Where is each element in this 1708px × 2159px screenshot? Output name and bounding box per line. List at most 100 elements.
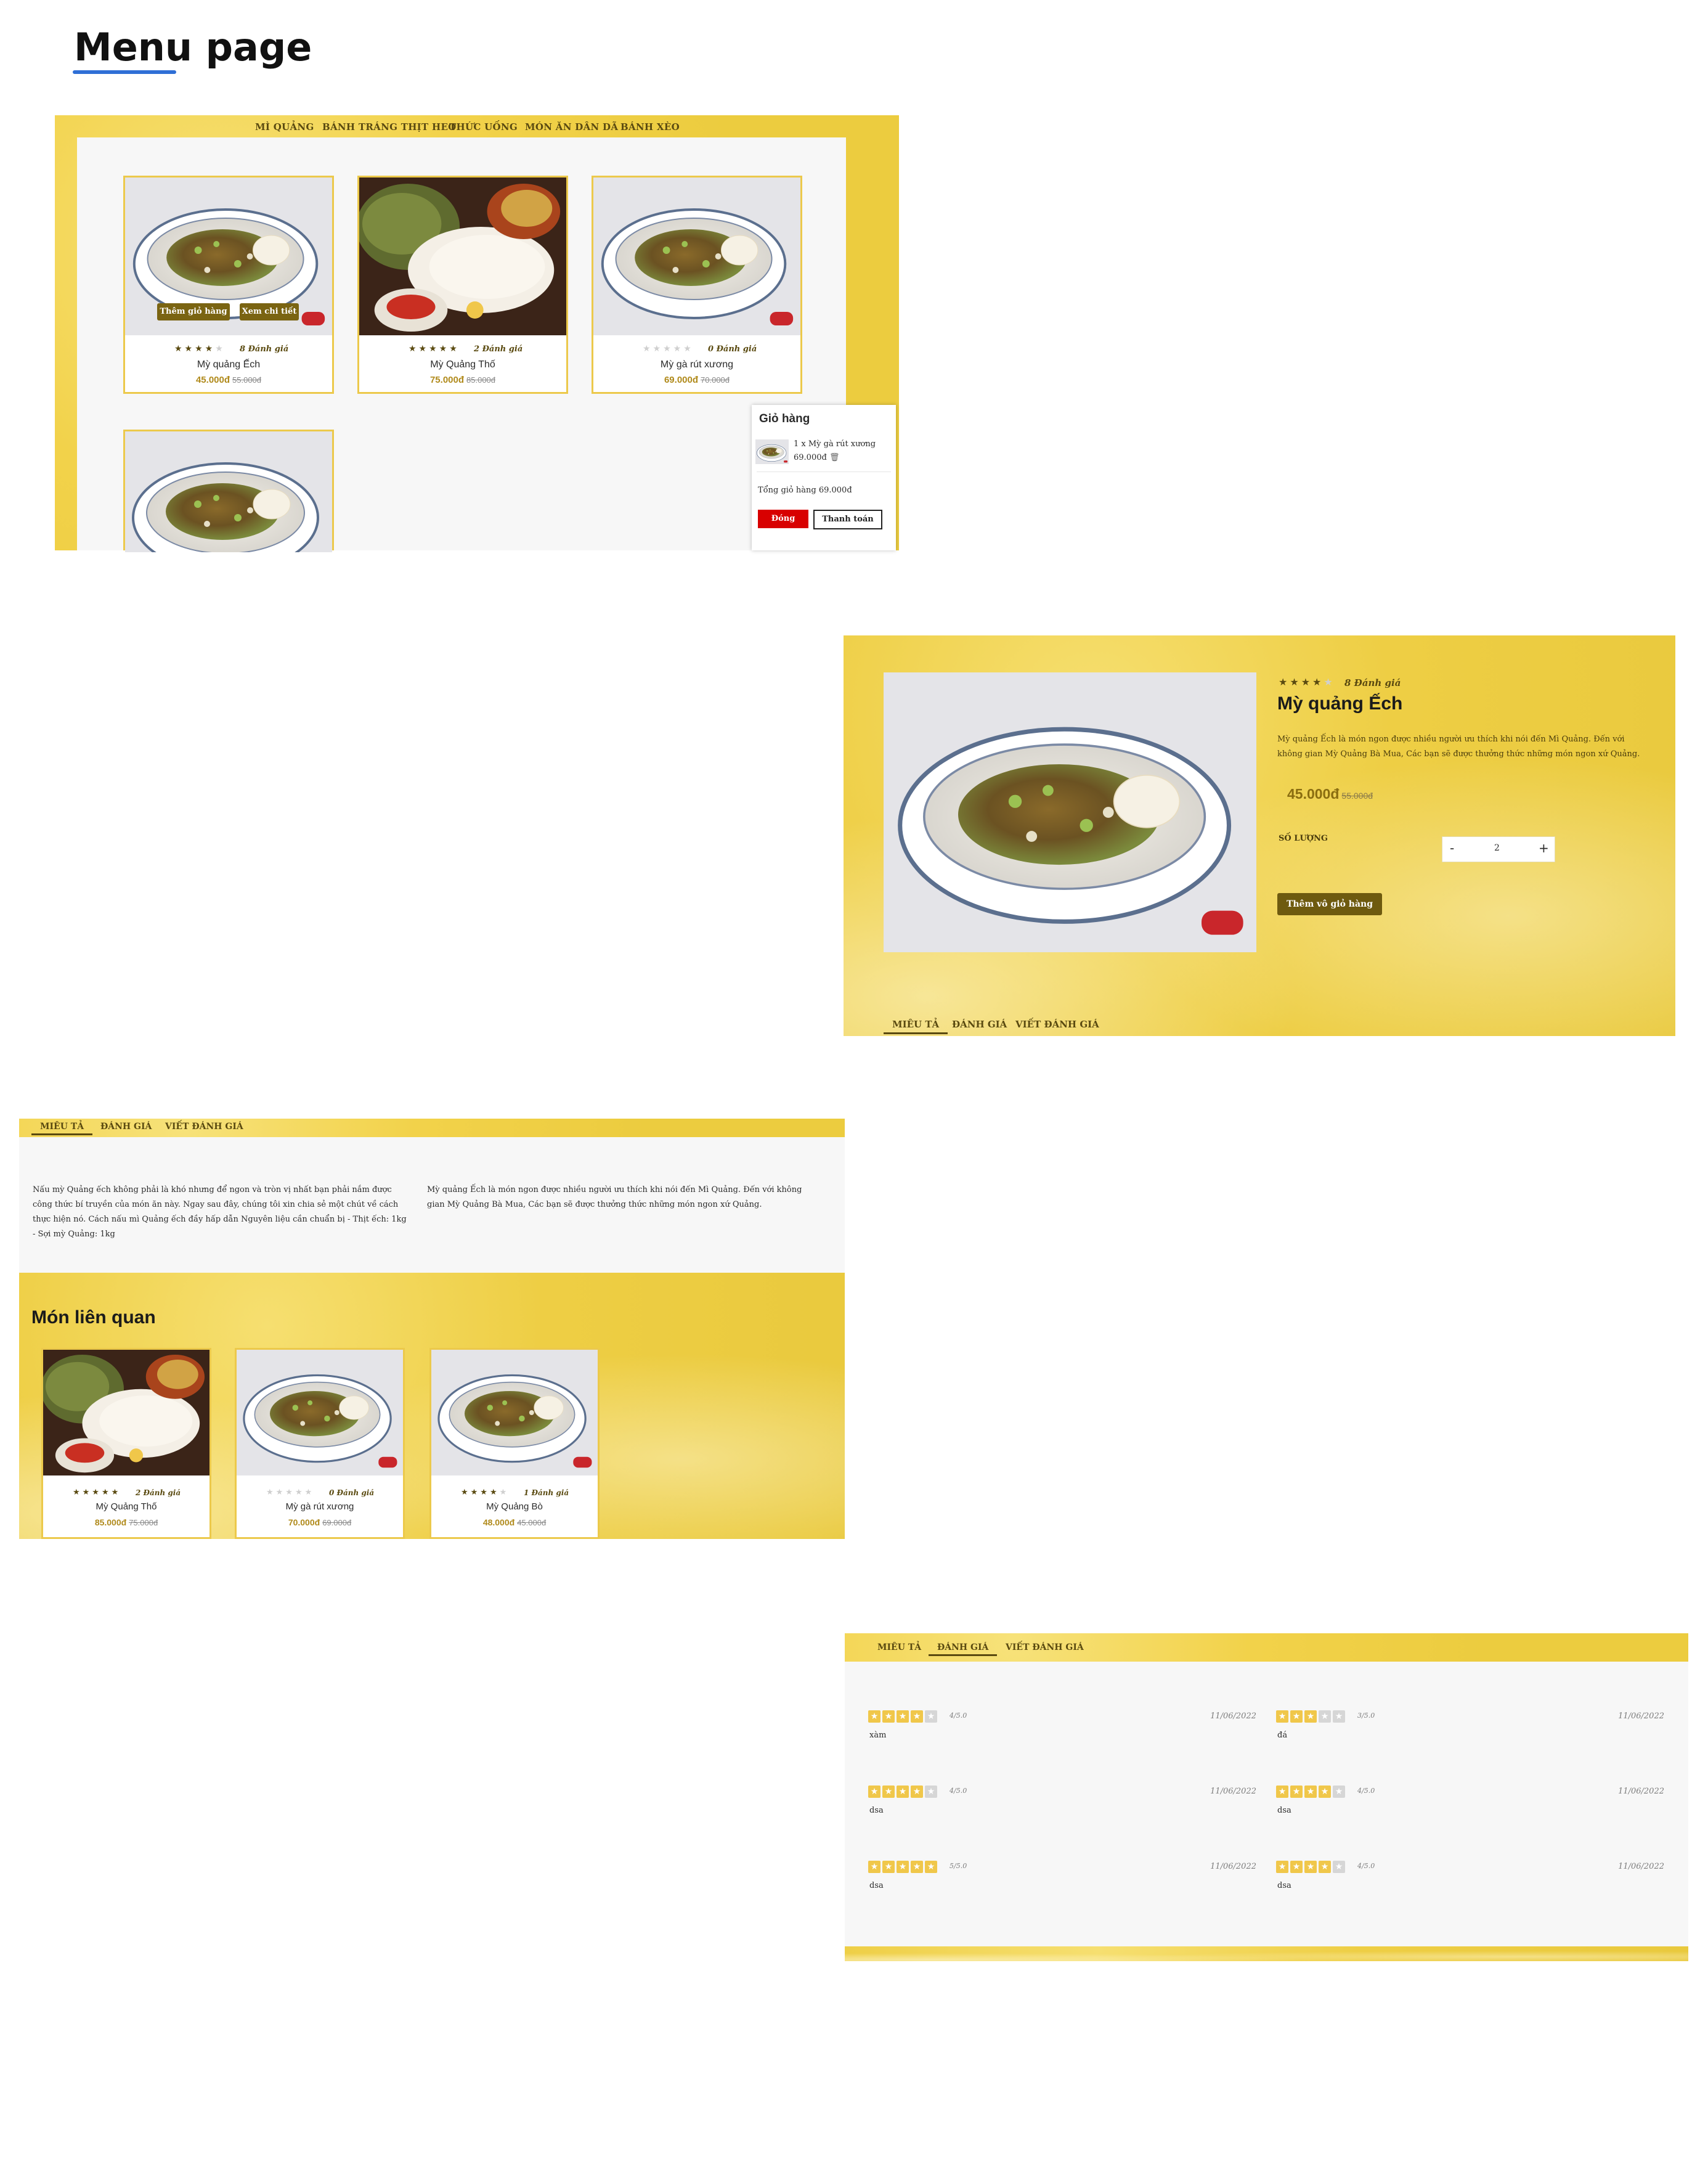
star-icon: ★ <box>882 1861 895 1873</box>
product-card[interactable]: ★★★★★ 0 Đánh giá Mỳ gà rút xương 69.000đ… <box>592 176 802 394</box>
cart-checkout-button[interactable]: Thanh toán <box>813 510 882 529</box>
star-icon: ★ <box>868 1710 880 1723</box>
tab-mieu-ta[interactable]: MIÊU TẢ <box>877 1643 921 1652</box>
rating-stars: ★★★★★ <box>461 1488 510 1497</box>
product-name[interactable]: Mỳ gà rút xương <box>237 1501 403 1512</box>
star-icon: ★ <box>882 1710 895 1723</box>
detail-review-count: 8 Đánh giá <box>1344 677 1401 688</box>
tab-mieu-ta[interactable]: MIÊU TẢ <box>884 1019 948 1034</box>
star-icon: ★ <box>1333 1861 1345 1873</box>
star-icon: ★ <box>1304 1786 1317 1798</box>
product-card[interactable] <box>123 430 334 552</box>
product-image[interactable] <box>237 1350 403 1475</box>
star-icon: ★ <box>1290 1786 1303 1798</box>
nav-item-thuc-uong[interactable]: THỨC UỐNG <box>449 121 518 133</box>
nav-item-mi-quang[interactable]: MÌ QUẢNG <box>255 121 314 133</box>
related-card[interactable]: ★★★★★ 1 Đánh giá Mỳ Quảng Bò 48.000đ 45.0… <box>429 1348 600 1539</box>
tab-danh-gia[interactable]: ĐÁNH GIÁ <box>100 1122 152 1132</box>
nav-item-banh-trang[interactable]: BÁNH TRÁNG THỊT HEO <box>322 121 457 133</box>
title-underline <box>73 70 176 74</box>
tab-danh-gia[interactable]: ĐÁNH GIÁ <box>952 1019 1007 1030</box>
add-to-cart-button[interactable]: Thêm giỏ hàng <box>157 303 230 320</box>
star-icon: ★ <box>925 1786 937 1798</box>
review-count: 2 Đánh giá <box>136 1488 181 1497</box>
review-date: 11/06/2022 <box>1618 1712 1664 1721</box>
review-item: ★ ★ ★ ★ ★ 3/5.0 11/06/2022 đá <box>1276 1710 1664 1759</box>
product-name[interactable]: Mỳ Quảng Bò <box>431 1501 598 1512</box>
review-text: dsa <box>1277 1881 1291 1890</box>
review-stars: ★ ★ ★ ★ ★ <box>868 1860 939 1874</box>
product-name[interactable]: Mỳ Quảng Thố <box>43 1501 209 1512</box>
product-image[interactable] <box>431 1350 598 1475</box>
description-tabs-bar: MIÊU TẢ ĐÁNH GIÁ VIẾT ĐÁNH GIÁ <box>19 1119 845 1137</box>
star-icon: ★ <box>1290 1861 1303 1873</box>
reviews-panel: ★ ★ ★ ★ ★ 4/5.0 11/06/2022 xàm ★ ★ ★ ★ ★ 3/5.0 11/06/2… <box>845 1662 1688 1946</box>
reviews-screenshot: MIÊU TẢ ĐÁNH GIÁ VIẾT ĐÁNH GIÁ ★ ★ ★ ★ ★ 4/5.… <box>845 1633 1688 1961</box>
star-icon: ★ <box>911 1861 923 1873</box>
tab-mieu-ta[interactable]: MIÊU TẢ <box>31 1122 93 1135</box>
cart-item-price: 69.000đ 🗑 <box>794 453 840 462</box>
product-image[interactable] <box>125 431 332 552</box>
star-icon: ★ <box>868 1861 880 1873</box>
tab-viet-danh-gia[interactable]: VIẾT ĐÁNH GIÁ <box>1006 1643 1084 1652</box>
product-name[interactable]: Mỳ quảng Ếch <box>125 359 332 370</box>
rating-stars: ★★★★★ <box>73 1488 121 1497</box>
page-title: Menu page <box>74 25 312 70</box>
cart-title: Giỏ hàng <box>759 412 810 425</box>
star-icon: ★ <box>1319 1786 1331 1798</box>
related-section: Món liên quan ★★★★★ 2 Đánh giá Mỳ Quảng … <box>19 1273 845 1539</box>
product-name[interactable]: Mỳ gà rút xương <box>593 359 800 370</box>
review-text: đá <box>1277 1731 1288 1740</box>
review-item: ★ ★ ★ ★ ★ 5/5.0 11/06/2022 dsa <box>868 1860 1256 1909</box>
cart-close-button[interactable]: Đóng <box>758 510 808 528</box>
quantity-value[interactable]: 2 <box>1494 843 1500 853</box>
related-card[interactable]: ★★★★★ 0 Đánh giá Mỳ gà rút xương 70.000đ… <box>235 1348 405 1539</box>
star-icon: ★ <box>1333 1786 1345 1798</box>
product-card[interactable]: ★★★★★ 2 Đánh giá Mỳ Quảng Thố 75.000đ 85.… <box>357 176 568 394</box>
product-card[interactable]: Thêm giỏ hàng Xem chi tiết ★★★★★ 8 Đánh … <box>123 176 334 394</box>
review-stars: ★ ★ ★ ★ ★ <box>1276 1785 1347 1798</box>
product-price: 85.000đ 75.000đ <box>94 1517 158 1527</box>
minus-icon[interactable]: - <box>1450 841 1454 855</box>
description-column-2: Mỳ quảng Ếch là món ngon được nhiều ngườ… <box>427 1185 802 1209</box>
nav-item-mon-an-dan-da[interactable]: MÓN ĂN DÂN DÃ <box>525 121 618 133</box>
related-card[interactable]: ★★★★★ 2 Đánh giá Mỳ Quảng Thố 85.000đ 75.… <box>41 1348 211 1539</box>
review-date: 11/06/2022 <box>1618 1787 1664 1796</box>
review-item: ★ ★ ★ ★ ★ 4/5.0 11/06/2022 dsa <box>1276 1785 1664 1834</box>
menu-screenshot: MÌ QUẢNG BÁNH TRÁNG THỊT HEO THỨC UỐNG M… <box>55 115 899 552</box>
star-icon: ★ <box>1276 1786 1288 1798</box>
review-item: ★ ★ ★ ★ ★ 4/5.0 11/06/2022 xàm <box>868 1710 1256 1759</box>
cart-item-line: 1 x Mỳ gà rút xương <box>794 439 876 449</box>
product-image[interactable] <box>43 1350 209 1475</box>
review-count: 8 Đánh giá <box>240 345 289 354</box>
tab-viet-danh-gia[interactable]: VIẾT ĐÁNH GIÁ <box>1015 1019 1099 1030</box>
review-score: 5/5.0 <box>950 1862 967 1870</box>
review-count: 0 Đánh giá <box>329 1488 375 1497</box>
plus-icon[interactable]: + <box>1539 841 1549 855</box>
star-icon: ★ <box>897 1786 909 1798</box>
reviews-footer-strip <box>845 1946 1688 1961</box>
rating-stars: ★★★★★ <box>266 1488 315 1497</box>
product-price: 45.000đ 55.000đ <box>195 375 262 385</box>
quantity-label: SỐ LƯỢNG <box>1279 834 1328 843</box>
star-icon: ★ <box>911 1786 923 1798</box>
review-text: xàm <box>869 1731 887 1740</box>
review-date: 11/06/2022 <box>1210 1862 1256 1871</box>
product-image[interactable] <box>359 178 566 335</box>
review-count: 2 Đánh giá <box>474 345 523 354</box>
add-to-cart-button[interactable]: Thêm vô giỏ hàng <box>1277 893 1382 915</box>
detail-description: Mỳ quảng Ếch là món ngon được nhiều ngườ… <box>1277 735 1640 759</box>
view-detail-button[interactable]: Xem chi tiết <box>240 303 299 320</box>
product-image[interactable] <box>593 178 800 335</box>
star-icon: ★ <box>1319 1861 1331 1873</box>
product-name[interactable]: Mỳ Quảng Thố <box>359 359 566 370</box>
trash-icon[interactable]: 🗑 <box>829 453 840 462</box>
detail-screenshot: ★★★★★ 8 Đánh giá Mỳ quảng Ếch Mỳ quảng Ế… <box>844 635 1675 1036</box>
rating-stars: ★★★★★ <box>409 344 460 354</box>
tab-viet-danh-gia[interactable]: VIẾT ĐÁNH GIÁ <box>165 1122 243 1132</box>
review-item: ★ ★ ★ ★ ★ 4/5.0 11/06/2022 dsa <box>1276 1860 1664 1909</box>
review-date: 11/06/2022 <box>1210 1787 1256 1796</box>
nav-item-banh-xeo[interactable]: BÁNH XÈO <box>620 121 680 133</box>
tab-danh-gia[interactable]: ĐÁNH GIÁ <box>929 1643 998 1656</box>
cart-item-thumbnail <box>755 439 789 464</box>
